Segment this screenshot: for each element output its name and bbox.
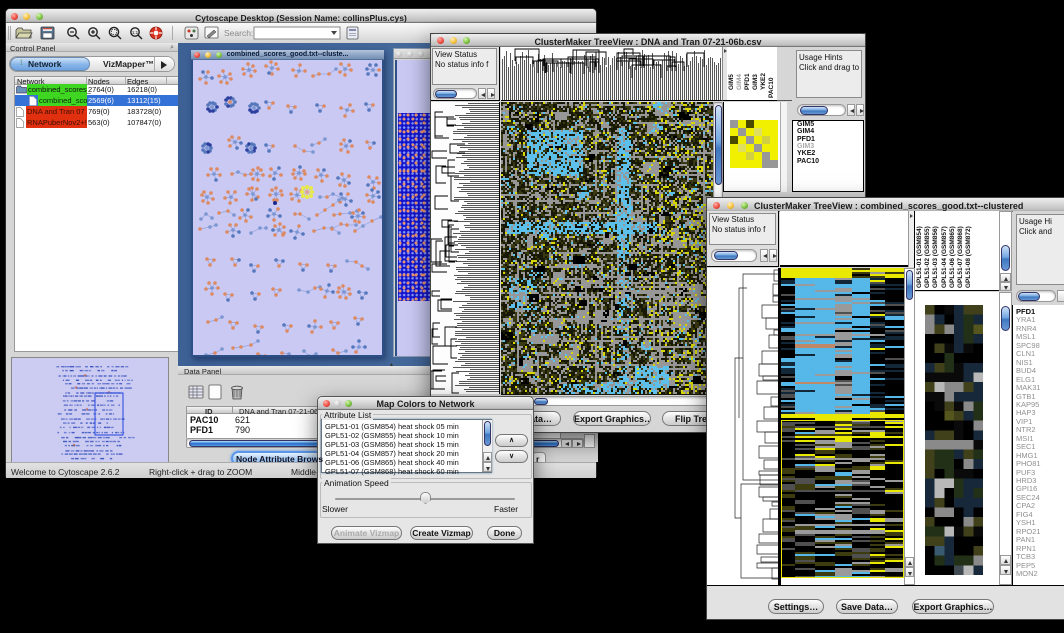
svg-text:1:1: 1:1	[132, 30, 139, 35]
svg-text:Search:: Search:	[224, 28, 253, 38]
